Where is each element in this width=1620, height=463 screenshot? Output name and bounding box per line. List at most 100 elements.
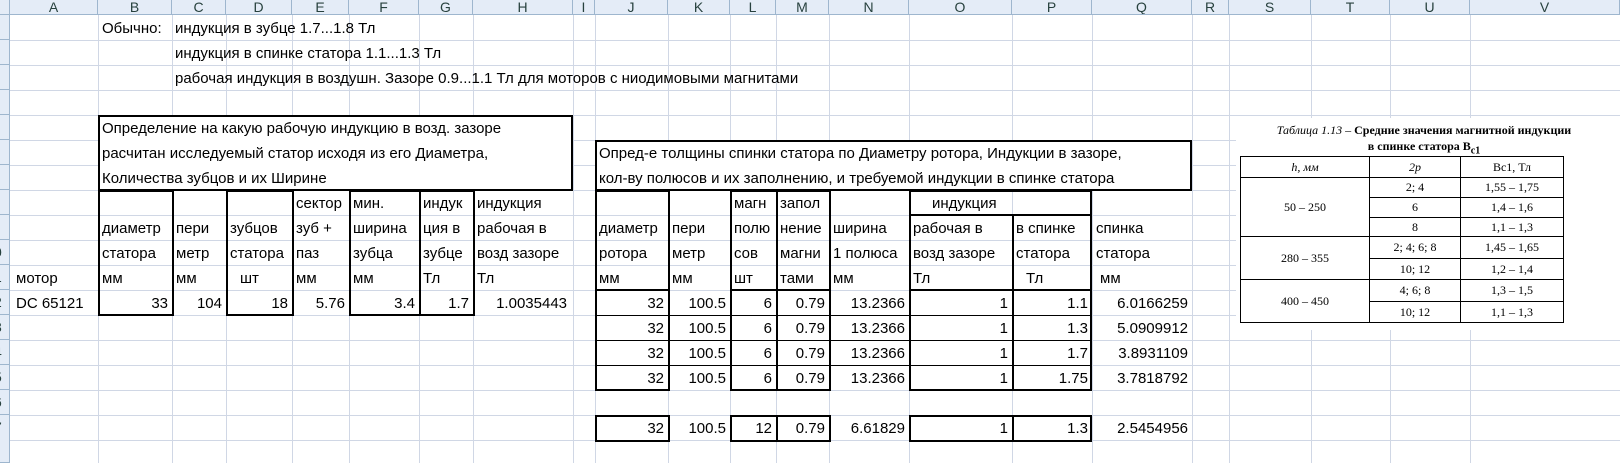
header-q-line-2[interactable]: статора <box>1096 244 1150 264</box>
col-header-p[interactable]: P <box>1012 0 1092 15</box>
select-all-corner[interactable] <box>0 0 10 15</box>
row-header[interactable] <box>0 15 10 40</box>
cell-back-thickness[interactable]: 2.5454956 <box>1092 419 1188 439</box>
reference-table-image[interactable]: Таблица 1.13 – Средние значения магнитно… <box>1236 118 1620 330</box>
col-header-e[interactable]: E <box>292 0 349 15</box>
header-m-line-3[interactable]: магни <box>780 244 821 264</box>
cell-back-induction[interactable]: 1.7 <box>1012 344 1088 364</box>
right-title-line-2[interactable]: кол-ву полюсов и их заполнению, и требуе… <box>599 169 1114 189</box>
header-h-line-4[interactable]: Тл <box>477 269 494 289</box>
cell-gap-induction[interactable]: 1 <box>909 319 1008 339</box>
header-l-line-1[interactable]: магн <box>734 194 766 214</box>
header-b-line-3[interactable]: мм <box>102 269 123 289</box>
cell-poles[interactable]: 6 <box>730 369 772 389</box>
cell-fill[interactable]: 0.79 <box>776 319 825 339</box>
col-header-h[interactable]: H <box>473 0 573 15</box>
cell-pole-width[interactable]: 6.61829 <box>829 419 905 439</box>
row-header-6[interactable]: 6 <box>0 390 10 415</box>
cell-gap-induction[interactable]: 1 <box>909 294 1008 314</box>
cell-perimeter[interactable]: 100.5 <box>668 419 726 439</box>
row-header[interactable] <box>0 140 10 165</box>
header-h-line-2[interactable]: рабочая в <box>477 219 547 239</box>
cell-rotor-diameter[interactable]: 32 <box>595 369 664 389</box>
header-induction-group[interactable]: индукция <box>932 194 997 214</box>
header-l-line-2[interactable]: полю <box>734 219 770 239</box>
row-header[interactable] <box>0 65 10 90</box>
row-header[interactable] <box>0 215 10 240</box>
cell-perimeter[interactable]: 100.5 <box>668 344 726 364</box>
row-header-4[interactable]: 4 <box>0 340 10 365</box>
cell-motor-name[interactable]: DC 65121 <box>16 294 84 314</box>
cell-back-thickness[interactable]: 3.7818792 <box>1092 369 1188 389</box>
col-header-q[interactable]: Q <box>1092 0 1192 15</box>
header-p-line-1[interactable]: в спинке <box>1016 219 1076 239</box>
cell-back-thickness[interactable]: 3.8931109 <box>1092 344 1188 364</box>
header-k-line-2[interactable]: метр <box>672 244 705 264</box>
col-header-o[interactable]: O <box>909 0 1012 15</box>
note-label[interactable]: Обычно: <box>102 19 162 39</box>
cell-gap-induction[interactable]: 1.0035443 <box>473 294 567 314</box>
header-o-line-3[interactable]: Тл <box>913 269 930 289</box>
header-e-line-2[interactable]: зуб + <box>296 219 332 239</box>
header-j-line-1[interactable]: диаметр <box>599 219 658 239</box>
cell-rotor-diameter[interactable]: 32 <box>595 319 664 339</box>
header-d-line-1[interactable]: зубцов <box>230 219 278 239</box>
cell-perimeter[interactable]: 100.5 <box>668 369 726 389</box>
left-title-line-1[interactable]: Определение на какую рабочую индукцию в … <box>102 119 501 139</box>
header-q-line-3[interactable]: мм <box>1100 269 1121 289</box>
col-header-c[interactable]: C <box>172 0 226 15</box>
header-p-line-3[interactable]: Тл <box>1026 269 1043 289</box>
row-header-2[interactable]: 2 <box>0 290 10 315</box>
header-g-line-1[interactable]: индук <box>423 194 462 214</box>
col-header-d[interactable]: D <box>226 0 292 15</box>
header-g-line-2[interactable]: ция в <box>423 219 460 239</box>
cell-sector[interactable]: 5.76 <box>292 294 345 314</box>
cell-back-thickness[interactable]: 6.0166259 <box>1092 294 1188 314</box>
header-o-line-2[interactable]: возд зазоре <box>913 244 995 264</box>
col-header-i[interactable]: I <box>573 0 595 15</box>
header-m-line-4[interactable]: тами <box>780 269 814 289</box>
header-e-line-1[interactable]: сектор <box>296 194 342 214</box>
row-header[interactable] <box>0 115 10 140</box>
header-n-line-1[interactable]: ширина <box>833 219 887 239</box>
cell-poles[interactable]: 6 <box>730 319 772 339</box>
col-header-k[interactable]: K <box>668 0 730 15</box>
header-f-line-1[interactable]: мин. <box>353 194 384 214</box>
cell-back-induction[interactable]: 1.3 <box>1012 419 1088 439</box>
header-n-line-3[interactable]: мм <box>833 269 854 289</box>
col-header-r[interactable]: R <box>1192 0 1229 15</box>
cell-back-thickness[interactable]: 5.0909912 <box>1092 319 1188 339</box>
col-header-a[interactable]: A <box>10 0 98 15</box>
cell-back-induction[interactable]: 1.3 <box>1012 319 1088 339</box>
header-g-line-3[interactable]: зубце <box>423 244 463 264</box>
header-k-line-3[interactable]: мм <box>672 269 693 289</box>
cell-fill[interactable]: 0.79 <box>776 294 825 314</box>
header-motor[interactable]: мотор <box>16 269 58 289</box>
header-e-line-3[interactable]: паз <box>296 244 319 264</box>
header-c-line-3[interactable]: мм <box>176 269 197 289</box>
cell-stator-diameter[interactable]: 33 <box>98 294 168 314</box>
header-h-line-3[interactable]: возд зазоре <box>477 244 559 264</box>
header-o-line-1[interactable]: рабочая в <box>913 219 983 239</box>
col-header-b[interactable]: B <box>98 0 172 15</box>
header-h-line-1[interactable]: индукция <box>477 194 542 214</box>
header-m-line-2[interactable]: нение <box>780 219 822 239</box>
col-header-l[interactable]: L <box>730 0 776 15</box>
cell-pole-width[interactable]: 13.2366 <box>829 344 905 364</box>
header-f-line-2[interactable]: ширина <box>353 219 407 239</box>
header-m-line-1[interactable]: запол <box>780 194 820 214</box>
cell-perimeter[interactable]: 104 <box>172 294 222 314</box>
cell-perimeter[interactable]: 100.5 <box>668 319 726 339</box>
header-c-line-2[interactable]: метр <box>176 244 209 264</box>
col-header-s[interactable]: S <box>1229 0 1311 15</box>
row-header-7[interactable]: 7 <box>0 415 10 463</box>
header-e-line-4[interactable]: мм <box>296 269 317 289</box>
header-l-line-3[interactable]: сов <box>734 244 758 264</box>
row-header[interactable] <box>0 165 10 190</box>
row-header-0[interactable]: 0 <box>0 240 10 265</box>
col-header-n[interactable]: N <box>829 0 909 15</box>
row-header[interactable] <box>0 40 10 65</box>
row-header-1[interactable]: 1 <box>0 265 10 290</box>
right-title-line-1[interactable]: Опред-е толщины спинки статора по Диамет… <box>599 144 1122 164</box>
header-k-line-1[interactable]: пери <box>672 219 705 239</box>
